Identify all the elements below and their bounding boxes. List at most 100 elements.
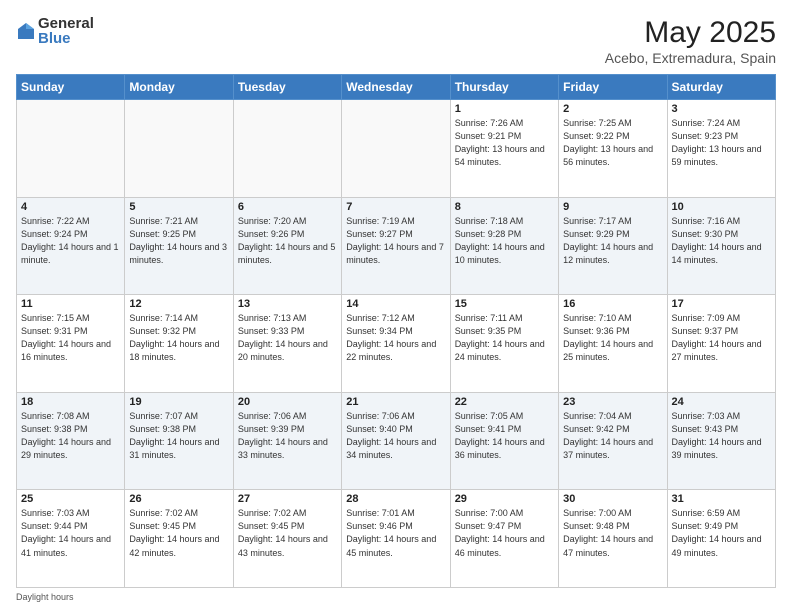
week-row-2: 4 Sunrise: 7:22 AM Sunset: 9:24 PM Daylig… — [17, 197, 776, 295]
day-number: 20 — [238, 396, 337, 408]
day-cell-empty-1 — [125, 100, 233, 198]
day-cell-30: 30 Sunrise: 7:00 AM Sunset: 9:48 PM Dayli… — [559, 490, 667, 588]
day-cell-6: 6Sunrise: 7:20 AM Sunset: 9:26 PM Daylig… — [233, 197, 341, 295]
day-number: 7 — [346, 201, 445, 213]
day-info: Sunrise: 7:21 AM Sunset: 9:25 PM Dayligh… — [129, 215, 228, 267]
main-title: May 2025 — [605, 16, 776, 50]
day-cell-7: 7 Sunrise: 7:19 AM Sunset: 9:27 PM Daylig… — [342, 197, 450, 295]
day-info: Sunrise: 7:00 AM Sunset: 9:48 PM Dayligh… — [563, 507, 662, 559]
day-number: 12 — [129, 298, 228, 310]
day-cell-11: 11 Sunrise: 7:15 AM Sunset: 9:31 PM Dayli… — [17, 295, 125, 393]
day-info: Sunrise: 7:06 AM Sunset: 9:40 PM Dayligh… — [346, 410, 445, 462]
day-number: 11 — [21, 298, 120, 310]
day-cell-20: 20 Sunrise: 7:06 AM Sunset: 9:39 PM Dayli… — [233, 392, 341, 490]
day-number: 25 — [21, 493, 120, 505]
week-row-1: 1 Sunrise: 7:26 AM Sunset: 9:21 PM Daylig… — [17, 100, 776, 198]
page: General Blue May 2025 Acebo, Extremadura… — [0, 0, 792, 612]
day-info: Sunrise: 7:19 AM Sunset: 9:27 PM Dayligh… — [346, 215, 445, 267]
logo-icon — [16, 21, 36, 41]
day-info: Sunrise: 7:24 AM Sunset: 9:23 PM Dayligh… — [672, 117, 771, 169]
day-cell-18: 18Sunrise: 7:08 AM Sunset: 9:38 PM Dayli… — [17, 392, 125, 490]
day-number: 1 — [455, 103, 554, 115]
title-block: May 2025 Acebo, Extremadura, Spain — [605, 16, 776, 66]
day-cell-23: 23Sunrise: 7:04 AM Sunset: 9:42 PM Dayli… — [559, 392, 667, 490]
logo-general-text: General — [38, 16, 94, 31]
day-cell-21: 21 Sunrise: 7:06 AM Sunset: 9:40 PM Dayli… — [342, 392, 450, 490]
day-number: 26 — [129, 493, 228, 505]
weekday-header-saturday: Saturday — [667, 75, 775, 100]
day-info: Sunrise: 7:26 AM Sunset: 9:21 PM Dayligh… — [455, 117, 554, 169]
day-number: 9 — [563, 201, 662, 213]
day-cell-empty-0 — [17, 100, 125, 198]
day-number: 4 — [21, 201, 120, 213]
day-number: 10 — [672, 201, 771, 213]
day-info: Sunrise: 7:13 AM Sunset: 9:33 PM Dayligh… — [238, 312, 337, 364]
day-cell-27: 27 Sunrise: 7:02 AM Sunset: 9:45 PM Dayli… — [233, 490, 341, 588]
day-number: 23 — [563, 396, 662, 408]
logo: General Blue — [16, 16, 94, 46]
day-cell-16: 16 Sunrise: 7:10 AM Sunset: 9:36 PM Dayli… — [559, 295, 667, 393]
weekday-header-thursday: Thursday — [450, 75, 558, 100]
day-number: 8 — [455, 201, 554, 213]
day-cell-2: 2 Sunrise: 7:25 AM Sunset: 9:22 PM Daylig… — [559, 100, 667, 198]
day-cell-24: 24Sunrise: 7:03 AM Sunset: 9:43 PM Dayli… — [667, 392, 775, 490]
day-info: Sunrise: 7:15 AM Sunset: 9:31 PM Dayligh… — [21, 312, 120, 364]
day-info: Sunrise: 7:07 AM Sunset: 9:38 PM Dayligh… — [129, 410, 228, 462]
day-cell-29: 29Sunrise: 7:00 AM Sunset: 9:47 PM Dayli… — [450, 490, 558, 588]
day-cell-13: 13 Sunrise: 7:13 AM Sunset: 9:33 PM Dayli… — [233, 295, 341, 393]
day-info: Sunrise: 7:02 AM Sunset: 9:45 PM Dayligh… — [238, 507, 337, 559]
day-info: Sunrise: 6:59 AM Sunset: 9:49 PM Dayligh… — [672, 507, 771, 559]
day-info: Sunrise: 7:02 AM Sunset: 9:45 PM Dayligh… — [129, 507, 228, 559]
weekday-header-monday: Monday — [125, 75, 233, 100]
weekday-header-wednesday: Wednesday — [342, 75, 450, 100]
day-number: 24 — [672, 396, 771, 408]
day-info: Sunrise: 7:10 AM Sunset: 9:36 PM Dayligh… — [563, 312, 662, 364]
day-number: 30 — [563, 493, 662, 505]
footer-note: Daylight hours — [16, 592, 776, 602]
day-number: 16 — [563, 298, 662, 310]
calendar-table: SundayMondayTuesdayWednesdayThursdayFrid… — [16, 74, 776, 588]
logo-text: General Blue — [38, 16, 94, 46]
day-number: 17 — [672, 298, 771, 310]
day-number: 19 — [129, 396, 228, 408]
day-cell-31: 31 Sunrise: 6:59 AM Sunset: 9:49 PM Dayli… — [667, 490, 775, 588]
day-cell-25: 25Sunrise: 7:03 AM Sunset: 9:44 PM Dayli… — [17, 490, 125, 588]
week-row-3: 11 Sunrise: 7:15 AM Sunset: 9:31 PM Dayli… — [17, 295, 776, 393]
day-info: Sunrise: 7:01 AM Sunset: 9:46 PM Dayligh… — [346, 507, 445, 559]
day-number: 6 — [238, 201, 337, 213]
day-cell-17: 17 Sunrise: 7:09 AM Sunset: 9:37 PM Dayli… — [667, 295, 775, 393]
week-row-4: 18Sunrise: 7:08 AM Sunset: 9:38 PM Dayli… — [17, 392, 776, 490]
day-number: 27 — [238, 493, 337, 505]
day-cell-3: 3Sunrise: 7:24 AM Sunset: 9:23 PM Daylig… — [667, 100, 775, 198]
day-cell-8: 8Sunrise: 7:18 AM Sunset: 9:28 PM Daylig… — [450, 197, 558, 295]
week-row-5: 25Sunrise: 7:03 AM Sunset: 9:44 PM Dayli… — [17, 490, 776, 588]
day-number: 18 — [21, 396, 120, 408]
weekday-header-friday: Friday — [559, 75, 667, 100]
day-cell-empty-2 — [233, 100, 341, 198]
day-cell-10: 10 Sunrise: 7:16 AM Sunset: 9:30 PM Dayli… — [667, 197, 775, 295]
weekday-header-tuesday: Tuesday — [233, 75, 341, 100]
day-info: Sunrise: 7:16 AM Sunset: 9:30 PM Dayligh… — [672, 215, 771, 267]
day-number: 22 — [455, 396, 554, 408]
day-info: Sunrise: 7:00 AM Sunset: 9:47 PM Dayligh… — [455, 507, 554, 559]
day-number: 21 — [346, 396, 445, 408]
day-cell-26: 26 Sunrise: 7:02 AM Sunset: 9:45 PM Dayli… — [125, 490, 233, 588]
logo-blue-text: Blue — [38, 31, 94, 46]
day-number: 2 — [563, 103, 662, 115]
day-info: Sunrise: 7:06 AM Sunset: 9:39 PM Dayligh… — [238, 410, 337, 462]
day-cell-12: 12Sunrise: 7:14 AM Sunset: 9:32 PM Dayli… — [125, 295, 233, 393]
day-cell-empty-3 — [342, 100, 450, 198]
day-cell-19: 19 Sunrise: 7:07 AM Sunset: 9:38 PM Dayli… — [125, 392, 233, 490]
day-number: 31 — [672, 493, 771, 505]
day-info: Sunrise: 7:09 AM Sunset: 9:37 PM Dayligh… — [672, 312, 771, 364]
day-info: Sunrise: 7:25 AM Sunset: 9:22 PM Dayligh… — [563, 117, 662, 169]
weekday-header-row: SundayMondayTuesdayWednesdayThursdayFrid… — [17, 75, 776, 100]
day-info: Sunrise: 7:17 AM Sunset: 9:29 PM Dayligh… — [563, 215, 662, 267]
day-cell-28: 28Sunrise: 7:01 AM Sunset: 9:46 PM Dayli… — [342, 490, 450, 588]
day-info: Sunrise: 7:22 AM Sunset: 9:24 PM Dayligh… — [21, 215, 120, 267]
day-cell-14: 14Sunrise: 7:12 AM Sunset: 9:34 PM Dayli… — [342, 295, 450, 393]
subtitle: Acebo, Extremadura, Spain — [605, 50, 776, 66]
day-number: 5 — [129, 201, 228, 213]
day-cell-9: 9 Sunrise: 7:17 AM Sunset: 9:29 PM Daylig… — [559, 197, 667, 295]
day-number: 13 — [238, 298, 337, 310]
